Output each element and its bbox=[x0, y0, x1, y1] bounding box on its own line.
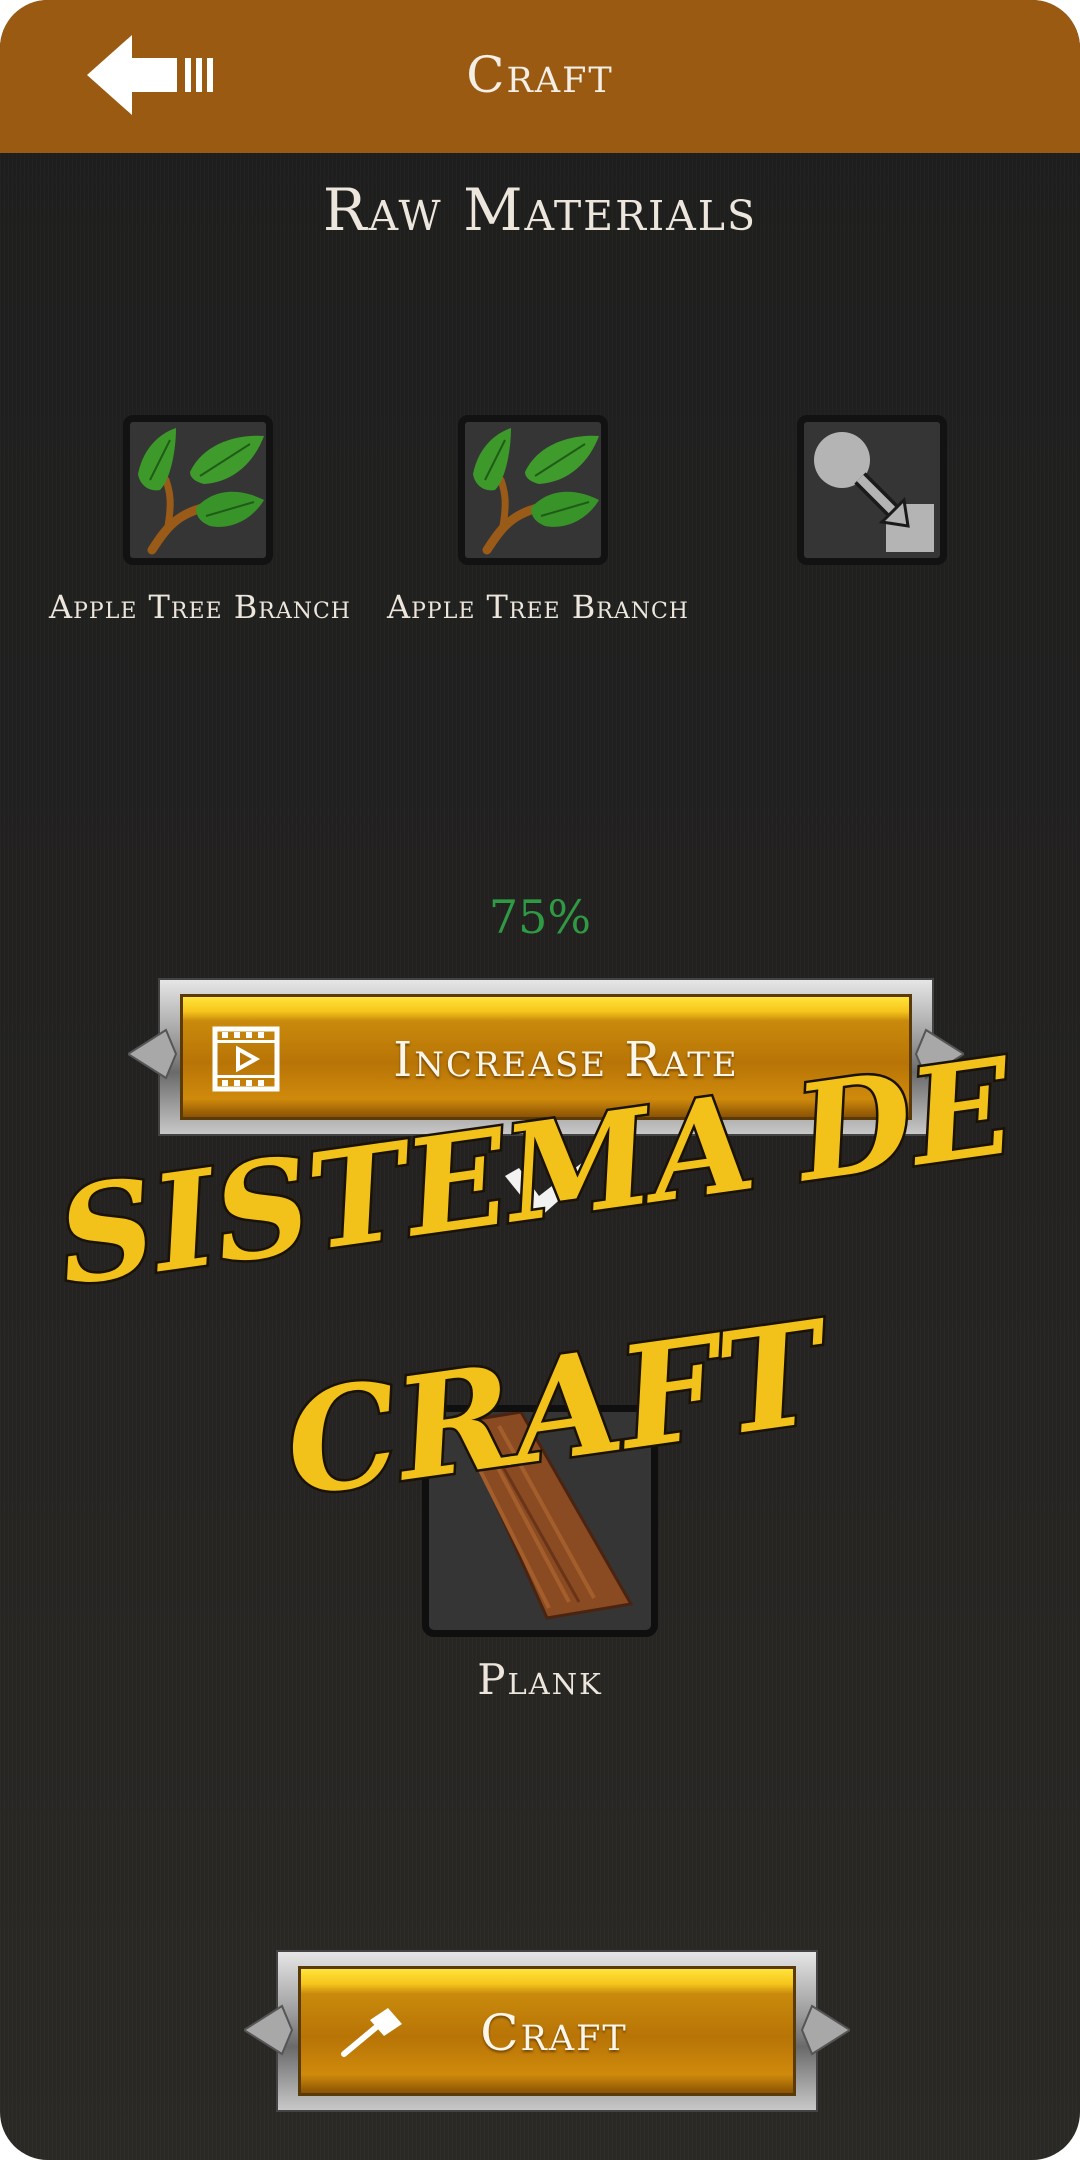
increase-rate-button[interactable]: Increase Rate bbox=[128, 978, 964, 1136]
material-slot-1[interactable] bbox=[123, 415, 273, 565]
material-label-2: Apple Tree Branch bbox=[387, 588, 689, 626]
material-slot-2[interactable] bbox=[458, 415, 608, 565]
craft-label: Craft bbox=[480, 2004, 628, 2062]
craft-button[interactable]: Craft bbox=[244, 1950, 850, 2112]
transform-placeholder-icon bbox=[814, 432, 934, 552]
page-title: Craft bbox=[466, 46, 614, 104]
material-label-1: Apple Tree Branch bbox=[49, 588, 351, 626]
result-label: Plank bbox=[477, 1655, 603, 1704]
apple-tree-branch-icon bbox=[138, 428, 264, 555]
craft-screen: Craft Raw Materials Apple Tree Branch Ap… bbox=[0, 0, 1080, 2160]
increase-rate-label: Increase Rate bbox=[393, 1032, 739, 1088]
header-bar: Craft bbox=[0, 0, 1080, 153]
apple-tree-branch-icon bbox=[473, 428, 599, 555]
material-slot-3[interactable] bbox=[797, 415, 947, 565]
raw-materials-title: Raw Materials bbox=[322, 176, 758, 244]
success-rate: 75% bbox=[488, 890, 592, 944]
result-slot[interactable] bbox=[422, 1405, 658, 1637]
checkmark-icon bbox=[505, 1162, 591, 1218]
plank-icon bbox=[456, 1410, 634, 1620]
